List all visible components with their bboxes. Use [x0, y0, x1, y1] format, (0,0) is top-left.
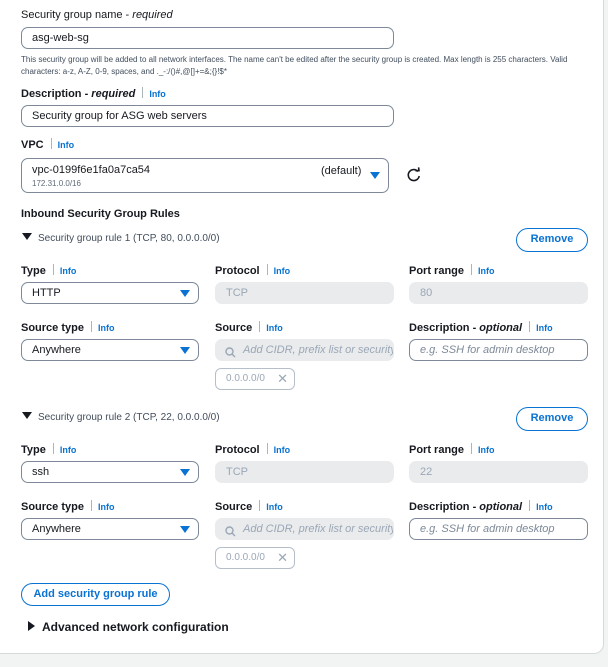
remove-rule-1-button[interactable]: Remove: [516, 228, 588, 252]
rule-2-protocol-info-link[interactable]: Info: [274, 445, 291, 455]
close-icon[interactable]: ✕: [277, 369, 288, 389]
rule-1-source-input[interactable]: Add CIDR, prefix list or security: [215, 339, 394, 361]
caret-down-icon: [180, 290, 190, 297]
rule-1-source-type-info-link[interactable]: Info: [98, 323, 115, 333]
rule-1-header[interactable]: Security group rule 1 (TCP, 80, 0.0.0.0/…: [22, 233, 220, 244]
rule-1-description-info-link[interactable]: Info: [536, 323, 553, 333]
sg-name-label: Security group name - required: [21, 9, 173, 21]
rule-2-type-info-link[interactable]: Info: [60, 445, 77, 455]
rule-1-type-label: Type Info: [21, 264, 77, 277]
rule-2-source-type-select[interactable]: Anywhere: [21, 518, 199, 540]
expand-triangle-icon: [28, 621, 35, 631]
sg-name-input[interactable]: asg-web-sg: [21, 27, 394, 49]
vpc-select[interactable]: vpc-0199f6e1fa0a7ca54 172.31.0.0/16 (def…: [21, 158, 389, 193]
vpc-default: (default): [321, 165, 362, 177]
form-panel: Security group name - required asg-web-s…: [0, 0, 604, 654]
rule-2-source-label: Source Info: [215, 500, 283, 513]
caret-down-icon: [370, 172, 380, 179]
inbound-title: Inbound Security Group Rules: [21, 208, 180, 220]
rule-2-source-info-link[interactable]: Info: [266, 502, 283, 512]
rule-1-source-type-label: Source type Info: [21, 321, 115, 334]
sg-name-help: This security group will be added to all…: [21, 55, 568, 76]
rule-2-type-select[interactable]: ssh: [21, 461, 199, 483]
close-icon[interactable]: ✕: [277, 548, 288, 568]
search-icon: [225, 345, 236, 360]
rule-2-description-info-link[interactable]: Info: [536, 502, 553, 512]
collapse-triangle-icon: [22, 412, 32, 419]
rule-2-protocol-label: Protocol Info: [215, 443, 291, 456]
vpc-label: VPC Info: [21, 138, 75, 151]
rule-1-type-select[interactable]: HTTP: [21, 282, 199, 304]
rule-1-port-field: 80: [409, 282, 588, 304]
description-label: Description - required Info: [21, 87, 166, 100]
rule-1-source-token: 0.0.0.0/0 ✕: [215, 368, 295, 390]
rule-2-port-info-link[interactable]: Info: [478, 445, 495, 455]
rule-2-source-type-label: Source type Info: [21, 500, 115, 513]
rule-2-source-type-info-link[interactable]: Info: [98, 502, 115, 512]
description-input[interactable]: Security group for ASG web servers: [21, 105, 394, 127]
rule-1-port-info-link[interactable]: Info: [478, 266, 495, 276]
rule-1-source-info-link[interactable]: Info: [266, 323, 283, 333]
rule-1-source-type-select[interactable]: Anywhere: [21, 339, 199, 361]
refresh-icon[interactable]: [405, 166, 423, 184]
caret-down-icon: [180, 469, 190, 476]
rule-2-protocol-field: TCP: [215, 461, 394, 483]
caret-down-icon: [180, 347, 190, 354]
rule-2-source-input[interactable]: Add CIDR, prefix list or security: [215, 518, 394, 540]
search-icon: [225, 524, 236, 539]
rule-2-description-label: Description - optional Info: [409, 500, 553, 513]
rule-2-type-label: Type Info: [21, 443, 77, 456]
rule-1-protocol-label: Protocol Info: [215, 264, 291, 277]
rule-2-header[interactable]: Security group rule 2 (TCP, 22, 0.0.0.0/…: [22, 412, 220, 423]
caret-down-icon: [180, 526, 190, 533]
rule-1-protocol-field: TCP: [215, 282, 394, 304]
vpc-cidr: 172.31.0.0/16: [32, 179, 81, 188]
rule-1-type-info-link[interactable]: Info: [60, 266, 77, 276]
description-info-link[interactable]: Info: [149, 89, 166, 99]
rule-2-source-token: 0.0.0.0/0 ✕: [215, 547, 295, 569]
rule-1-source-label: Source Info: [215, 321, 283, 334]
add-rule-button[interactable]: Add security group rule: [21, 583, 170, 606]
rule-1-description-input[interactable]: e.g. SSH for admin desktop: [409, 339, 588, 361]
advanced-network-toggle[interactable]: Advanced network configuration: [28, 620, 229, 634]
rule-2-port-field: 22: [409, 461, 588, 483]
rule-1-protocol-info-link[interactable]: Info: [274, 266, 291, 276]
rule-2-port-label: Port range Info: [409, 443, 495, 456]
remove-rule-2-button[interactable]: Remove: [516, 407, 588, 431]
vpc-info-link[interactable]: Info: [58, 140, 75, 150]
collapse-triangle-icon: [22, 233, 32, 240]
rule-1-description-label: Description - optional Info: [409, 321, 553, 334]
rule-2-description-input[interactable]: e.g. SSH for admin desktop: [409, 518, 588, 540]
rule-1-port-label: Port range Info: [409, 264, 495, 277]
